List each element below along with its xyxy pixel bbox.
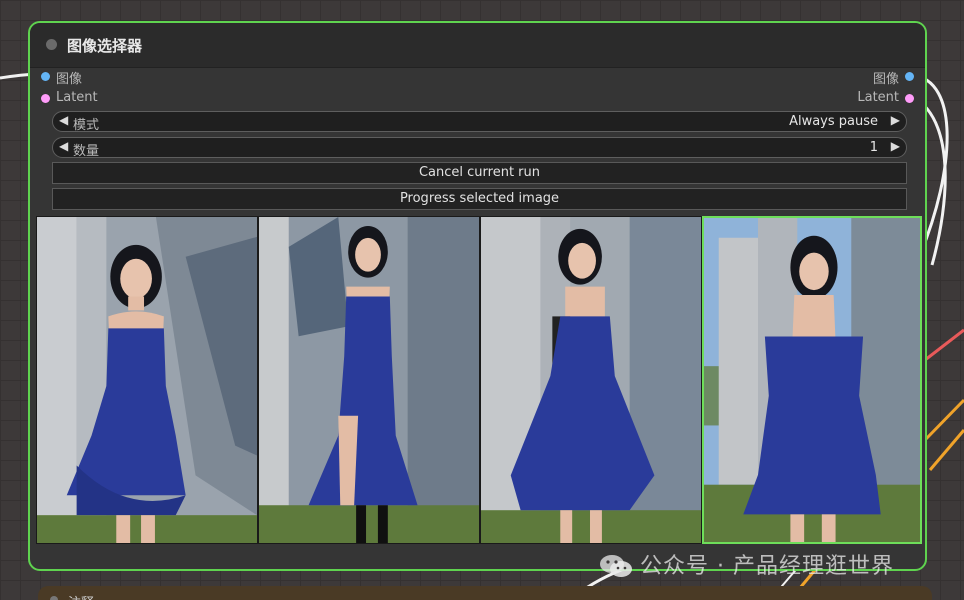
input-label: Latent: [56, 90, 98, 105]
collapse-dot-icon[interactable]: [50, 596, 58, 600]
link-orange-2: [928, 429, 964, 471]
output-label: Latent: [857, 90, 899, 105]
image-placeholder-picture: [37, 217, 257, 543]
output-slot-latent[interactable]: Latent: [857, 90, 914, 105]
input-dot-icon[interactable]: [41, 94, 50, 103]
widget-label: 数量: [73, 144, 100, 159]
note-node[interactable]: 注释: [38, 586, 932, 600]
image-placeholder-picture: [259, 217, 479, 543]
link-orange-1: [923, 398, 964, 442]
graph-canvas[interactable]: 图像选择器 图像 Latent 图像 Latent ◀ 模式 Always pa…: [0, 0, 964, 600]
cancel-run-button[interactable]: Cancel current run: [52, 162, 907, 184]
widget-value: Always pause: [789, 114, 878, 129]
input-slot-image[interactable]: 图像: [41, 68, 83, 87]
image-gallery: [36, 214, 922, 546]
link-red: [924, 328, 964, 362]
image-thumbnail-3[interactable]: [480, 216, 702, 544]
wechat-icon: [600, 555, 632, 577]
input-slot-latent[interactable]: Latent: [41, 90, 98, 105]
right-arrow-icon[interactable]: ▶: [891, 113, 900, 127]
collapse-dot-icon[interactable]: [46, 39, 57, 50]
widget-label: 模式: [73, 118, 100, 133]
image-placeholder-picture: [704, 218, 920, 542]
count-number[interactable]: ◀ 数量 1 ▶: [52, 137, 907, 159]
widget-value: 1: [869, 140, 878, 155]
image-placeholder-picture: [481, 217, 701, 543]
image-thumbnail-1[interactable]: [36, 216, 258, 544]
output-slot-image[interactable]: 图像: [872, 68, 914, 87]
node-header[interactable]: 图像选择器: [30, 23, 925, 68]
input-label: 图像: [56, 72, 83, 87]
image-chooser-node[interactable]: 图像选择器 图像 Latent 图像 Latent ◀ 模式 Always pa…: [28, 21, 927, 571]
note-node-title: 注释: [68, 592, 94, 600]
watermark-text: 公众号 · 产品经理逛世界: [640, 554, 894, 579]
output-label: 图像: [872, 72, 899, 87]
left-arrow-icon[interactable]: ◀: [59, 113, 68, 127]
input-dot-icon[interactable]: [41, 72, 50, 81]
image-thumbnail-4-selected[interactable]: [702, 216, 922, 544]
output-dot-icon[interactable]: [905, 94, 914, 103]
right-arrow-icon[interactable]: ▶: [891, 139, 900, 153]
left-arrow-icon[interactable]: ◀: [59, 139, 68, 153]
progress-image-button[interactable]: Progress selected image: [52, 188, 907, 210]
mode-combo[interactable]: ◀ 模式 Always pause ▶: [52, 111, 907, 133]
image-thumbnail-2[interactable]: [258, 216, 480, 544]
output-dot-icon[interactable]: [905, 72, 914, 81]
node-title: 图像选择器: [67, 37, 143, 55]
